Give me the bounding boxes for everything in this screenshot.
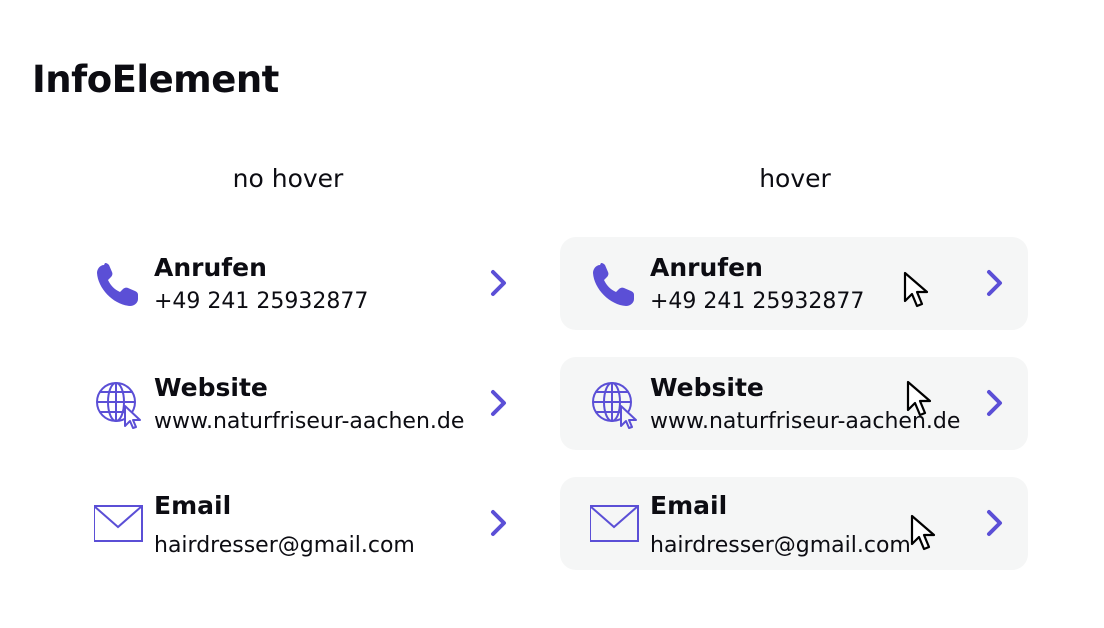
info-element-phone[interactable]: Anrufen +49 241 25932877 [64, 237, 532, 330]
info-element-website[interactable]: Website www.naturfriseur-aachen.de [64, 357, 532, 450]
info-element-email[interactable]: Email hairdresser@gmail.com [64, 477, 532, 570]
globe-cursor-icon [94, 379, 144, 429]
mouse-pointer-icon [903, 271, 931, 311]
chevron-right-icon [984, 388, 1006, 418]
mouse-pointer-icon [910, 514, 938, 554]
chevron-right-icon [488, 268, 510, 298]
info-label: Email [154, 491, 232, 520]
info-element-phone-hover[interactable]: Anrufen +49 241 25932877 [560, 237, 1028, 330]
info-label: Anrufen [650, 253, 763, 282]
info-value: www.naturfriseur-aachen.de [154, 409, 465, 434]
chevron-right-icon [984, 268, 1006, 298]
info-value: +49 241 25932877 [650, 289, 865, 314]
info-label: Website [650, 373, 764, 402]
info-label: Email [650, 491, 728, 520]
mouse-pointer-icon [906, 380, 934, 420]
phone-icon [590, 259, 640, 309]
chevron-right-icon [488, 388, 510, 418]
info-value: +49 241 25932877 [154, 289, 369, 314]
info-label: Website [154, 373, 268, 402]
chevron-right-icon [488, 508, 510, 538]
mail-icon [590, 499, 640, 549]
info-element-website-hover[interactable]: Website www.naturfriseur-aachen.de [560, 357, 1028, 450]
page-title: InfoElement [32, 58, 279, 101]
info-element-email-hover[interactable]: Email hairdresser@gmail.com [560, 477, 1028, 570]
column-heading-no-hover: no hover [232, 164, 344, 193]
info-label: Anrufen [154, 253, 267, 282]
mail-icon [94, 499, 144, 549]
info-value: hairdresser@gmail.com [650, 533, 911, 558]
info-value: hairdresser@gmail.com [154, 533, 415, 558]
phone-icon [94, 259, 144, 309]
globe-cursor-icon [590, 379, 640, 429]
column-heading-hover: hover [759, 164, 831, 193]
chevron-right-icon [984, 508, 1006, 538]
